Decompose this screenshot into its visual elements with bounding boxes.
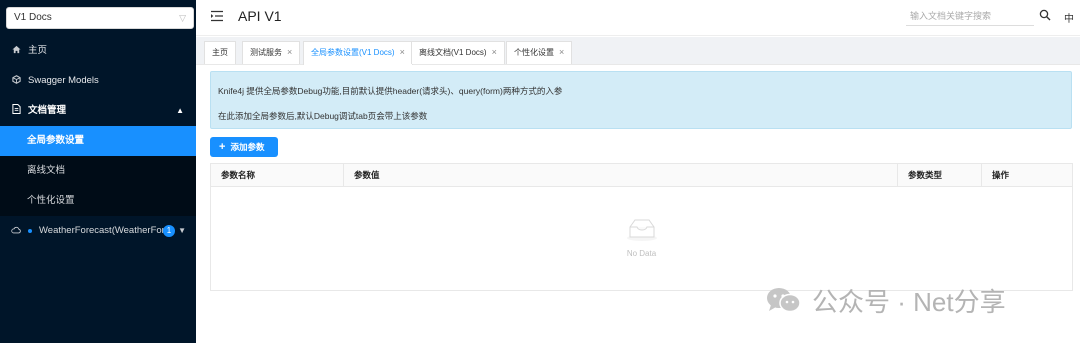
sidebar-item-offline-docs[interactable]: 离线文档 — [0, 156, 196, 186]
empty-box-icon — [625, 216, 659, 242]
wechat-icon — [764, 285, 804, 315]
sidebar-item-doc-manage[interactable]: 文档管理 ▲ — [0, 96, 196, 126]
sidebar-item-label: 文档管理 — [28, 105, 67, 116]
sidebar-item-home[interactable]: 主页 — [0, 36, 196, 66]
empty-text: No Data — [626, 249, 657, 258]
tab-global-params[interactable]: 全局参数设置(V1 Docs) × — [303, 41, 413, 65]
close-icon[interactable]: × — [492, 47, 497, 57]
home-icon — [11, 36, 21, 66]
tab-home[interactable]: 主页 — [204, 41, 236, 64]
sidebar-item-label: 全局参数设置 — [27, 135, 85, 146]
tab-label: 全局参数设置(V1 Docs) — [311, 48, 395, 57]
search-input[interactable]: 输入文档关键字搜索 — [906, 8, 1034, 26]
tab-label: 测试服务 — [250, 48, 282, 57]
table-header: 参数名称 参数值 参数类型 操作 — [211, 164, 1072, 187]
count-badge: 1 — [163, 225, 175, 237]
doc-manage-submenu: 全局参数设置 离线文档 个性化设置 — [0, 126, 196, 216]
tab-offline-docs[interactable]: 离线文档(V1 Docs) × — [411, 41, 505, 64]
info-text: 在此添加全局参数后,默认Debug调试tab页会带上该参数 — [218, 111, 428, 121]
close-icon[interactable]: × — [400, 47, 405, 57]
chevron-up-icon: ▲ — [176, 106, 184, 115]
document-icon — [11, 96, 21, 126]
sidebar-top: V1 Docs ▽ — [0, 0, 196, 36]
sidebar-item-swagger-models[interactable]: Swagger Models — [0, 66, 196, 96]
tab-test-service[interactable]: 测试服务 × — [242, 41, 301, 64]
page-title: API V1 — [238, 8, 282, 24]
params-table: 参数名称 参数值 参数类型 操作 No Data — [210, 163, 1073, 291]
chevron-down-icon: ▽ — [179, 13, 186, 23]
column-header: 参数值 — [344, 164, 898, 187]
version-select-value: V1 Docs — [14, 12, 52, 23]
add-param-button[interactable]: + 添加参数 — [210, 137, 278, 157]
add-param-label: 添加参数 — [230, 142, 265, 152]
column-header: 操作 — [992, 170, 1010, 180]
column-header: 参数类型 — [898, 164, 982, 187]
chevron-down-icon: ▼ — [178, 226, 186, 235]
sidebar-item-label: Swagger Models — [28, 75, 99, 86]
sidebar-item-global-params[interactable]: 全局参数设置 — [0, 126, 196, 156]
watermark-text: 公众号 · Net分享 — [812, 286, 1006, 317]
tab-label: 离线文档(V1 Docs) — [419, 48, 487, 57]
sidebar-item-label: 个性化设置 — [27, 195, 75, 206]
tab-personalize[interactable]: 个性化设置 × — [506, 41, 573, 64]
tab-label: 主页 — [212, 48, 228, 57]
watermark: 公众号 · Net分享 — [764, 283, 1006, 317]
menu-fold-icon[interactable] — [210, 9, 224, 23]
empty-state: No Data — [211, 188, 1072, 290]
info-text: Knife4j 提供全局参数Debug功能,目前默认提供header(请求头)、… — [218, 86, 563, 96]
header: API V1 输入文档关键字搜索 中 — [196, 0, 1080, 36]
tab-label: 个性化设置 — [514, 48, 554, 57]
tabs-bar: 主页 测试服务 × 全局参数设置(V1 Docs) × 离线文档(V1 Docs) ×… — [196, 37, 1080, 65]
app-root: V1 Docs ▽ 主页 Swagger Models 文档管理 ▲ 全局参数设… — [0, 0, 1080, 343]
sidebar: V1 Docs ▽ 主页 Swagger Models 文档管理 ▲ 全局参数设… — [0, 0, 196, 343]
plus-icon: + — [219, 141, 226, 153]
cloud-icon — [11, 216, 21, 246]
language-switch[interactable]: 中 — [1064, 10, 1074, 25]
sidebar-item-weather-forecast[interactable]: WeatherForecast(WeatherForecast) 1 ▼ — [0, 216, 196, 246]
version-select[interactable]: V1 Docs ▽ — [6, 7, 194, 29]
sidebar-item-personalize[interactable]: 个性化设置 — [0, 186, 196, 216]
models-icon — [11, 66, 21, 96]
close-icon[interactable]: × — [559, 47, 564, 57]
sidebar-item-label: 离线文档 — [27, 165, 66, 176]
column-header: 参数名称 — [211, 164, 344, 187]
status-dot — [28, 229, 32, 233]
search-icon[interactable] — [1039, 9, 1051, 21]
info-alert: Knife4j 提供全局参数Debug功能,目前默认提供header(请求头)、… — [210, 71, 1072, 129]
sidebar-item-label: WeatherForecast(WeatherForecast) — [39, 225, 167, 236]
sidebar-item-label: 主页 — [28, 45, 48, 56]
close-icon[interactable]: × — [287, 47, 292, 57]
